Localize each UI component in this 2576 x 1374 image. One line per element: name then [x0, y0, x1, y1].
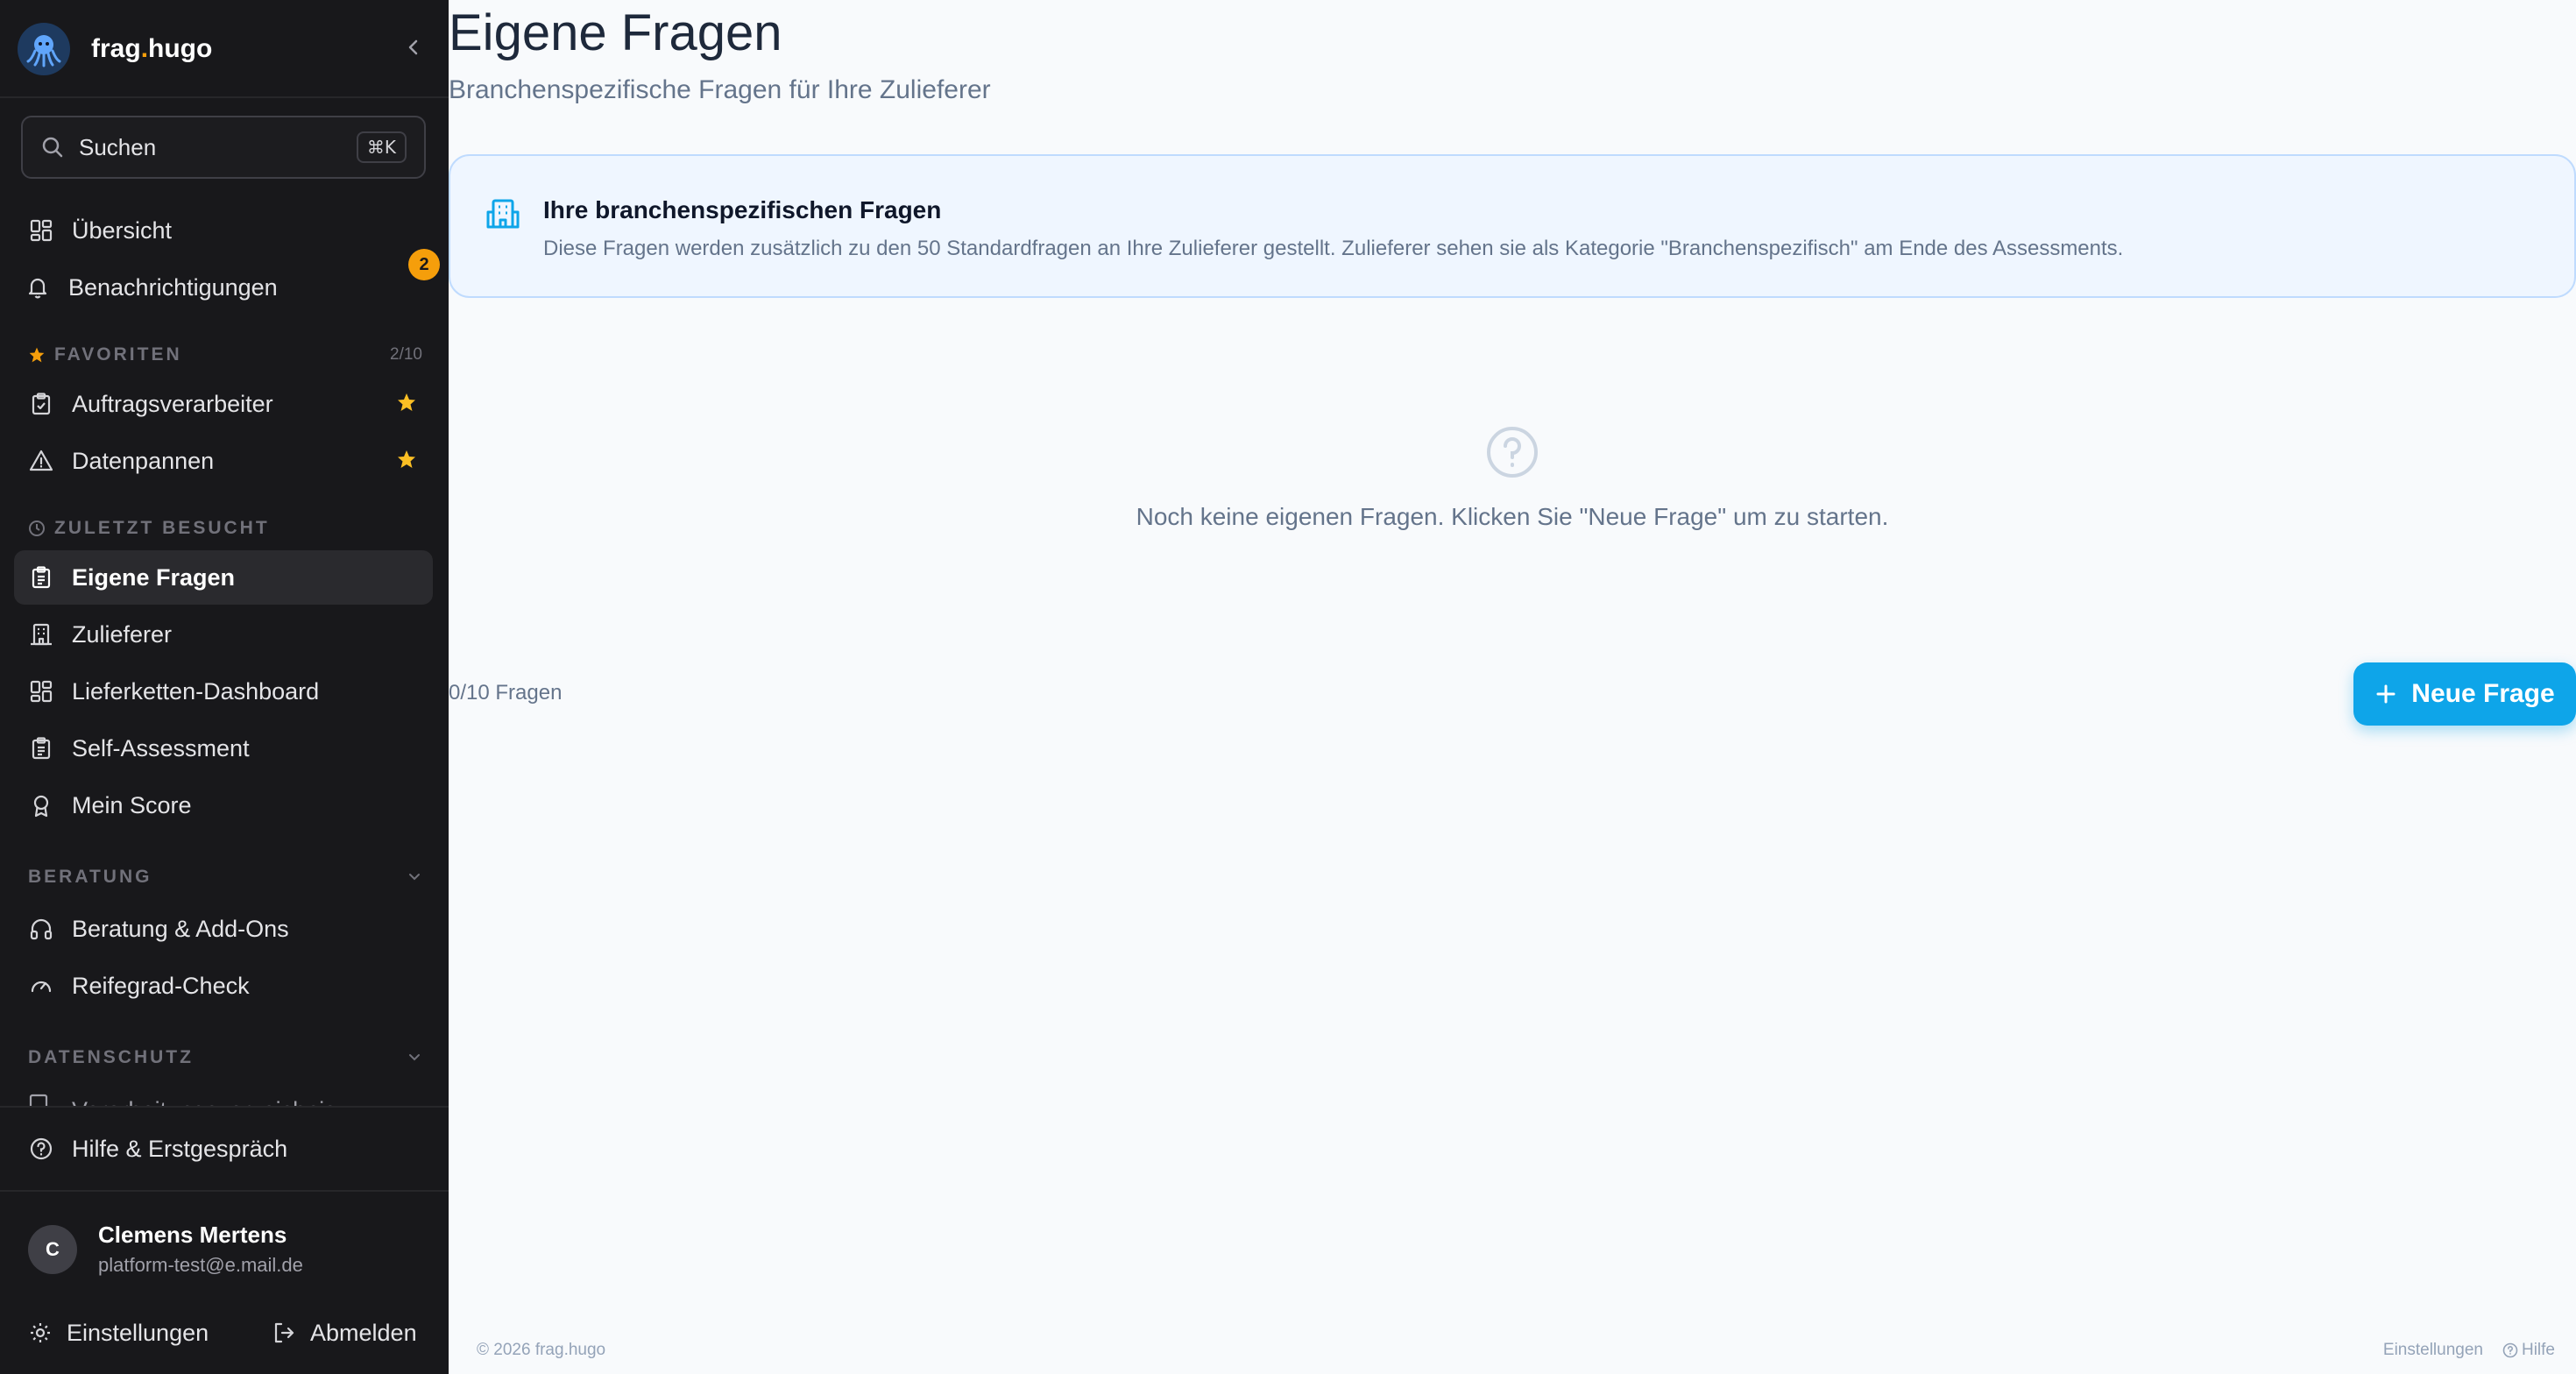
- logout-label: Abmelden: [310, 1319, 417, 1346]
- nav-item-mein-score[interactable]: Mein Score: [14, 778, 433, 832]
- section-title: FAVORITEN: [54, 344, 182, 365]
- divider: [0, 1106, 449, 1108]
- award-icon: [28, 792, 54, 818]
- search-icon: [42, 137, 63, 158]
- star-icon: [28, 346, 46, 364]
- info-card: Ihre branchenspezifischen Fragen Diese F…: [449, 154, 2576, 298]
- settings-link[interactable]: Einstellungen: [28, 1314, 209, 1351]
- section-title: ZULETZT BESUCHT: [54, 518, 270, 538]
- nav-label: Eigene Fragen: [72, 563, 236, 591]
- help-circle-icon: [28, 1136, 54, 1162]
- logout-button[interactable]: Abmelden: [272, 1314, 417, 1351]
- file-icon: [28, 1094, 54, 1106]
- nav-label: Zulieferer: [72, 620, 173, 648]
- nav-item-beratung-addons[interactable]: Beratung & Add-Ons: [14, 902, 433, 956]
- nav-item-eigene-fragen[interactable]: Eigene Fragen: [14, 550, 433, 605]
- search-shortcut: ⌘K: [356, 131, 407, 163]
- page-title: Eigene Fragen: [449, 4, 782, 61]
- warning-icon: [28, 448, 54, 474]
- building-icon: [485, 196, 520, 236]
- copyright: © 2026 frag.hugo: [477, 1341, 606, 1359]
- user-name: Clemens Mertens: [98, 1222, 287, 1248]
- footer-help-link[interactable]: Hilfe: [2522, 1341, 2555, 1360]
- nav-label: Benachrichtigungen: [68, 273, 278, 301]
- brand-name: frag.hugo: [91, 34, 213, 63]
- favorites-count: 2/10: [390, 345, 422, 364]
- nav-label: Lieferketten-Dashboard: [72, 677, 320, 705]
- nav-item-zulieferer[interactable]: Zulieferer: [14, 607, 433, 662]
- bell-icon: [25, 274, 51, 301]
- new-question-button[interactable]: Neue Frage: [2353, 662, 2576, 726]
- nav-label: Mein Score: [72, 791, 192, 818]
- dashboard-icon: [28, 217, 54, 244]
- info-title: Ihre branchenspezifischen Fragen: [543, 196, 942, 223]
- main-content: Eigene Fragen Branchenspezifische Fragen…: [449, 0, 2576, 1374]
- nav-label: Self-Assessment: [72, 734, 250, 761]
- gear-icon: [28, 1321, 53, 1345]
- section-title: BERATUNG: [28, 867, 152, 887]
- notification-count-badge: 2: [408, 249, 440, 280]
- search-label: Suchen: [79, 133, 157, 160]
- nav-item-uebersicht[interactable]: Übersicht: [14, 203, 433, 258]
- nav-label: Reifegrad-Check: [72, 972, 250, 999]
- sidebar: frag.hugo Suchen ⌘K Übersicht Benachrich…: [0, 0, 449, 1374]
- clipboard-list-icon: [28, 564, 54, 591]
- chevron-left-icon: [408, 39, 418, 55]
- clipboard-check-icon: [28, 391, 54, 417]
- nav-item-datenpannen[interactable]: Datenpannen: [14, 434, 433, 488]
- page-subtitle: Branchenspezifische Fragen für Ihre Zuli…: [449, 75, 991, 104]
- divider: [0, 1190, 449, 1192]
- gauge-icon: [28, 973, 54, 999]
- question-count: 0/10 Fragen: [449, 681, 563, 705]
- footer-links: Einstellungen Hilfe: [2383, 1341, 2555, 1360]
- user-profile[interactable]: C Clemens Mertens platform-test@e.mail.d…: [28, 1222, 303, 1277]
- favorite-star-icon[interactable]: [396, 449, 417, 476]
- nav-label: Verarbeitungsverzeichnis: [72, 1097, 336, 1106]
- chevron-down-icon: [407, 1052, 422, 1063]
- user-email: platform-test@e.mail.de: [98, 1254, 303, 1276]
- nav-label: Hilfe & Erstgespräch: [72, 1135, 288, 1162]
- clipboard-list-icon: [28, 735, 54, 761]
- section-title: DATENSCHUTZ: [28, 1047, 194, 1067]
- octopus-logo-icon: [18, 23, 70, 75]
- help-circle-icon: [2502, 1342, 2518, 1358]
- nav-item-auftragsverarbeiter[interactable]: Auftragsverarbeiter: [14, 377, 433, 431]
- headphones-icon: [28, 916, 54, 942]
- nav-item-self-assessment[interactable]: Self-Assessment: [14, 721, 433, 776]
- divider: [0, 96, 449, 98]
- nav-item-lieferketten-dashboard[interactable]: Lieferketten-Dashboard: [14, 664, 433, 719]
- nav-item-partially-hidden[interactable]: Verarbeitungsverzeichnis: [28, 1094, 431, 1106]
- search-input[interactable]: Suchen ⌘K: [21, 116, 426, 179]
- section-favoriten: FAVORITEN 2/10: [28, 342, 422, 368]
- help-circle-icon: [1484, 424, 1540, 485]
- building-icon: [28, 621, 54, 648]
- footer-settings-link[interactable]: Einstellungen: [2383, 1341, 2483, 1360]
- nav-label: Beratung & Add-Ons: [72, 915, 289, 942]
- favorite-star-icon[interactable]: [396, 392, 417, 419]
- section-zuletzt-besucht: ZULETZT BESUCHT: [28, 515, 422, 542]
- brand[interactable]: frag.hugo: [18, 19, 212, 79]
- logout-icon: [272, 1321, 296, 1345]
- dashboard-icon: [28, 678, 54, 705]
- new-question-label: Neue Frage: [2411, 679, 2555, 708]
- section-beratung[interactable]: BERATUNG: [28, 864, 422, 890]
- nav-label: Übersicht: [72, 216, 173, 244]
- nav-item-hilfe[interactable]: Hilfe & Erstgespräch: [14, 1122, 433, 1176]
- section-datenschutz[interactable]: DATENSCHUTZ: [28, 1045, 422, 1071]
- nav-item-reifegrad-check[interactable]: Reifegrad-Check: [14, 959, 433, 1013]
- nav-item-benachrichtigungen[interactable]: Benachrichtigungen: [14, 260, 433, 315]
- settings-label: Einstellungen: [67, 1319, 209, 1346]
- chevron-down-icon: [407, 872, 422, 882]
- clock-icon: [28, 520, 46, 537]
- collapse-sidebar-button[interactable]: [400, 32, 428, 63]
- empty-state-text: Noch keine eigenen Fragen. Klicken Sie "…: [1136, 503, 1889, 530]
- avatar: C: [28, 1224, 77, 1274]
- info-text: Diese Fragen werden zusätzlich zu den 50…: [543, 237, 2124, 260]
- plus-icon: [2374, 683, 2397, 705]
- nav-label: Auftragsverarbeiter: [72, 390, 273, 417]
- nav-label: Datenpannen: [72, 447, 215, 474]
